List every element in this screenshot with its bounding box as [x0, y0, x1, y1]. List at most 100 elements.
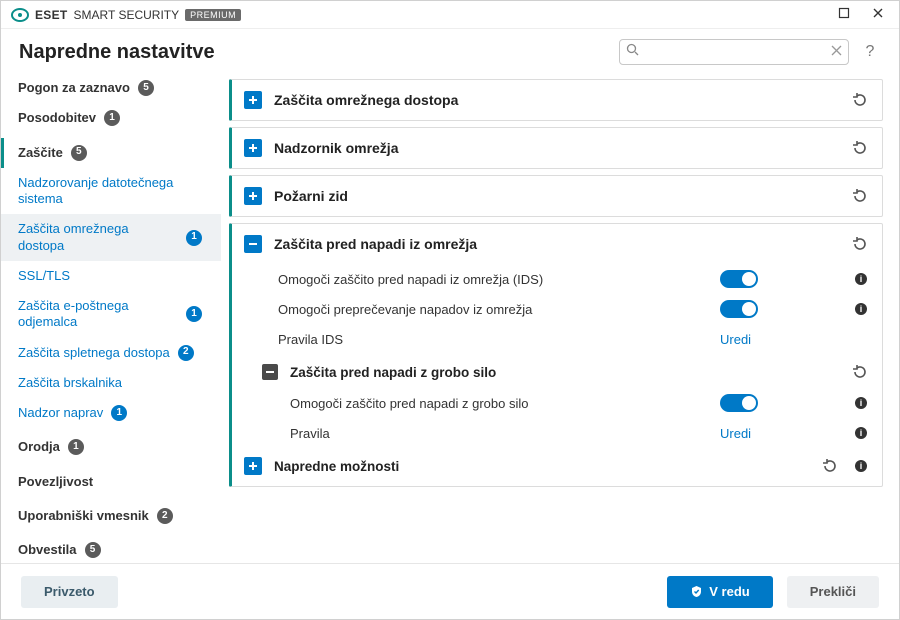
panel-header[interactable]: Zaščita pred napadi iz omrežja — [232, 224, 882, 264]
sidebar-item-web-protection[interactable]: Zaščita spletnega dostopa 2 — [1, 338, 221, 368]
sidebar-item-label: Posodobitev — [18, 110, 96, 126]
sidebar-item-detection-engine[interactable]: Pogon za zaznavo 5 — [1, 73, 221, 103]
sidebar-item-browser-protection[interactable]: Zaščita brskalnika — [1, 368, 221, 398]
info-icon[interactable]: i — [852, 300, 870, 318]
sidebar-item-filesystem-monitor[interactable]: Nadzorovanje datotečnega sistema — [1, 168, 221, 215]
sidebar-item-protections[interactable]: Zaščite 5 — [1, 138, 221, 168]
setting-enable-bruteforce: Omogoči zaščito pred napadi z grobo silo… — [232, 388, 882, 418]
sidebar-item-connectivity[interactable]: Povezljivost — [1, 467, 221, 497]
setting-label: Omogoči preprečevanje napadov iz omrežja — [278, 302, 708, 317]
toggle-enable-bruteforce[interactable] — [720, 394, 758, 412]
sidebar-item-label: Pogon za zaznavo — [18, 80, 130, 96]
close-icon — [872, 6, 884, 24]
count-badge: 1 — [68, 439, 84, 455]
window-close-button[interactable] — [861, 1, 895, 29]
expand-icon[interactable] — [244, 187, 262, 205]
revert-icon[interactable] — [850, 234, 870, 254]
sidebar-item-email-protection[interactable]: Zaščita e-poštnega odjemalca 1 — [1, 291, 221, 338]
clear-search-icon[interactable] — [831, 43, 842, 61]
sidebar-item-label: SSL/TLS — [18, 268, 70, 284]
revert-icon[interactable] — [850, 90, 870, 110]
sidebar-item-device-control[interactable]: Nadzor naprav 1 — [1, 398, 221, 428]
sidebar-item-notifications[interactable]: Obvestila 5 — [1, 535, 221, 563]
subpanel-brute-force[interactable]: Zaščita pred napadi z grobo silo — [232, 354, 882, 388]
eset-logo-icon — [11, 8, 29, 22]
titlebar: ESET SMART SECURITY PREMIUM — [1, 1, 899, 29]
edit-link[interactable]: Uredi — [720, 332, 840, 347]
panel-header[interactable]: Nadzornik omrežja — [232, 128, 882, 168]
count-badge: 5 — [71, 145, 87, 161]
sidebar-item-network-access-protection[interactable]: Zaščita omrežnega dostopa 1 — [1, 214, 221, 261]
panel-header[interactable]: Požarni zid — [232, 176, 882, 216]
svg-text:i: i — [860, 274, 863, 284]
subpanel-advanced-options[interactable]: Napredne možnosti i — [232, 448, 882, 486]
app-window: ESET SMART SECURITY PREMIUM Napredne nas… — [0, 0, 900, 620]
sidebar-item-update[interactable]: Posodobitev 1 — [1, 103, 221, 133]
collapse-icon[interactable] — [244, 235, 262, 253]
ok-button[interactable]: V redu — [667, 576, 772, 608]
footer: Privzeto V redu Prekliči — [1, 563, 899, 619]
info-icon[interactable]: i — [852, 457, 870, 475]
revert-icon[interactable] — [820, 456, 840, 476]
sidebar-item-label: Orodja — [18, 439, 60, 455]
cancel-button[interactable]: Prekliči — [787, 576, 879, 608]
count-badge: 1 — [186, 306, 202, 322]
brand-edition-badge: PREMIUM — [185, 9, 241, 21]
brand-product: SMART SECURITY — [74, 8, 180, 22]
revert-icon[interactable] — [850, 138, 870, 158]
help-icon: ? — [866, 43, 875, 60]
sidebar-item-label: Obvestila — [18, 542, 77, 558]
brand: ESET SMART SECURITY PREMIUM — [11, 8, 241, 22]
content: Zaščita omrežnega dostopa Nadzornik omre… — [221, 73, 899, 563]
search-box[interactable] — [619, 39, 849, 65]
panel-title: Zaščita pred napadi iz omrežja — [274, 236, 838, 252]
help-button[interactable]: ? — [859, 43, 881, 61]
sidebar-item-ui[interactable]: Uporabniški vmesnik 2 — [1, 501, 221, 531]
sidebar-item-label: Uporabniški vmesnik — [18, 508, 149, 524]
revert-icon[interactable] — [850, 186, 870, 206]
expand-icon[interactable] — [244, 139, 262, 157]
sidebar-item-label: Nadzor naprav — [18, 405, 103, 421]
panel-network-inspector: Nadzornik omrežja — [229, 127, 883, 169]
setting-label: Omogoči zaščito pred napadi z grobo silo — [290, 396, 708, 411]
sidebar-item-tools[interactable]: Orodja 1 — [1, 432, 221, 462]
page-title: Napredne nastavitve — [19, 41, 215, 64]
window-maximize-button[interactable] — [827, 1, 861, 29]
svg-text:i: i — [860, 304, 863, 314]
expand-icon[interactable] — [244, 457, 262, 475]
header: Napredne nastavitve ? — [1, 29, 899, 73]
sidebar-item-label: Zaščita spletnega dostopa — [18, 345, 170, 361]
brand-eset: ESET — [35, 8, 68, 22]
setting-label: Pravila — [290, 426, 708, 441]
setting-enable-ids: Omogoči zaščito pred napadi iz omrežja (… — [232, 264, 882, 294]
count-badge: 2 — [157, 508, 173, 524]
toggle-enable-prevent[interactable] — [720, 300, 758, 318]
sidebar-item-ssl-tls[interactable]: SSL/TLS — [1, 261, 221, 291]
count-badge: 1 — [104, 110, 120, 126]
info-icon[interactable]: i — [852, 394, 870, 412]
setting-enable-prevent: Omogoči preprečevanje napadov iz omrežja… — [232, 294, 882, 324]
default-button[interactable]: Privzeto — [21, 576, 118, 608]
count-badge: 1 — [111, 405, 127, 421]
panel-firewall: Požarni zid — [229, 175, 883, 217]
edit-link[interactable]: Uredi — [720, 426, 840, 441]
search-input[interactable] — [645, 44, 825, 60]
collapse-icon[interactable] — [262, 364, 278, 380]
panel-title: Požarni zid — [274, 188, 838, 204]
button-label: Privzeto — [44, 584, 95, 599]
svg-text:i: i — [860, 398, 863, 408]
sidebar-item-label: Nadzorovanje datotečnega sistema — [18, 175, 178, 208]
sidebar-item-label: Zaščite — [18, 145, 63, 161]
info-icon[interactable]: i — [852, 424, 870, 442]
setting-label: Pravila IDS — [278, 332, 708, 347]
sidebar-item-label: Zaščita brskalnika — [18, 375, 122, 391]
svg-text:i: i — [860, 428, 863, 438]
expand-icon[interactable] — [244, 91, 262, 109]
toggle-enable-ids[interactable] — [720, 270, 758, 288]
panel-title: Zaščita omrežnega dostopa — [274, 92, 838, 108]
panel-header[interactable]: Zaščita omrežnega dostopa — [232, 80, 882, 120]
revert-icon[interactable] — [850, 362, 870, 382]
panel-network-access: Zaščita omrežnega dostopa — [229, 79, 883, 121]
count-badge: 1 — [186, 230, 202, 246]
info-icon[interactable]: i — [852, 270, 870, 288]
